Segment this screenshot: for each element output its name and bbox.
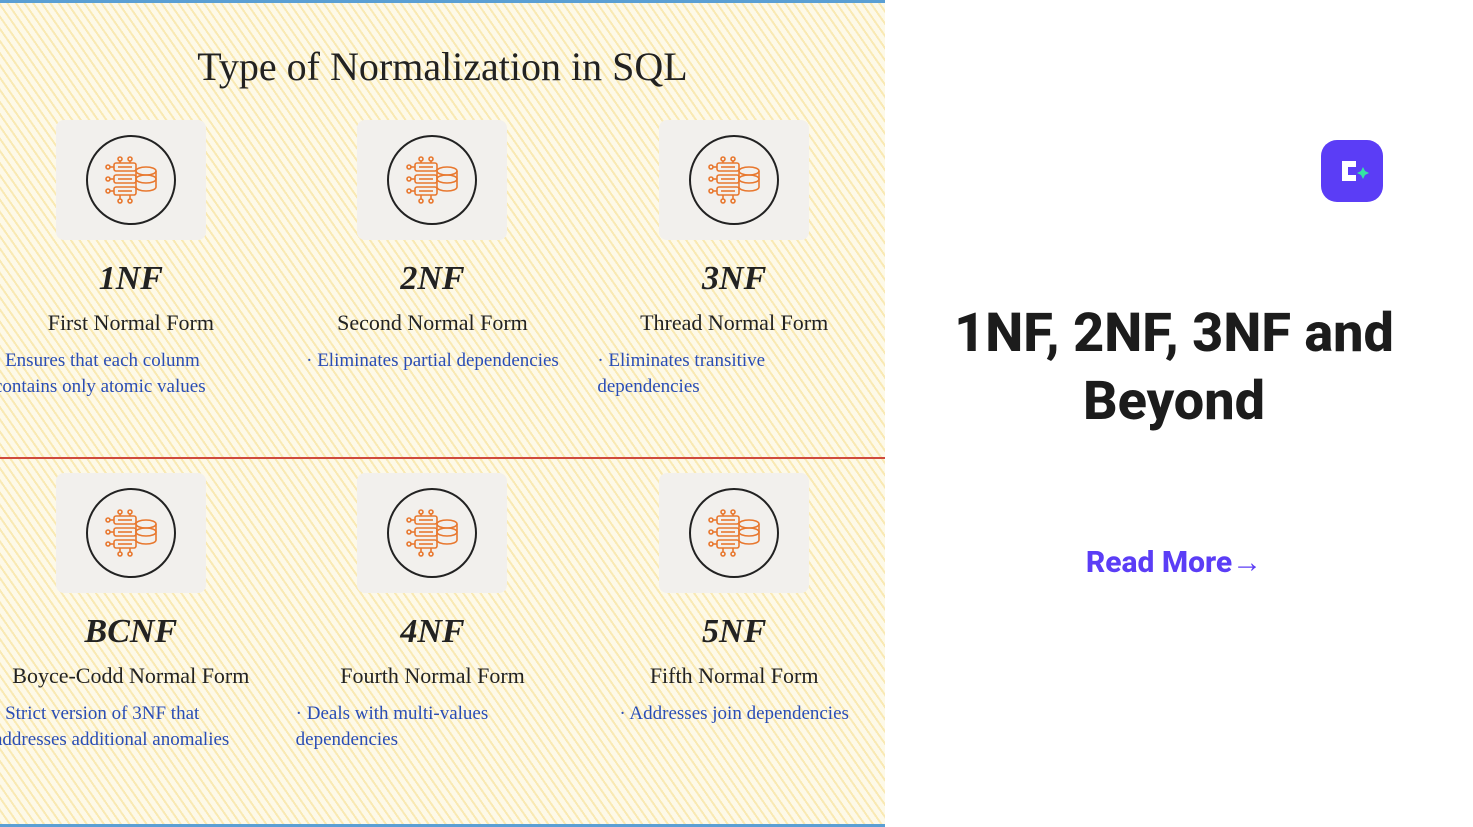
nf-short-label: 1NF: [99, 260, 163, 298]
row-divider: [0, 457, 885, 459]
nf-cell-1nf: 1NF First Normal Form · Ensures that eac…: [0, 110, 282, 463]
nf-cell-5nf: 5NF Fifth Normal Form · Addresses join d…: [583, 463, 885, 816]
nf-description: · Strict version of 3NF that addresses a…: [0, 701, 274, 752]
nf-cell-bcnf: BCNF Boyce-Codd Normal Form · Strict ver…: [0, 463, 282, 816]
nf-description: · Ensures that each colunm contains only…: [0, 348, 274, 399]
database-icon: [387, 488, 477, 578]
read-more-link[interactable]: Read More→: [945, 545, 1403, 580]
database-icon: [689, 135, 779, 225]
db-icon-wrap: [56, 473, 206, 593]
nf-description: · Eliminates partial dependencies: [300, 348, 565, 374]
nf-short-label: BCNF: [85, 613, 178, 651]
nf-cell-4nf: 4NF Fourth Normal Form · Deals with mult…: [282, 463, 584, 816]
database-icon: [689, 488, 779, 578]
nf-long-label: Thread Normal Form: [640, 310, 828, 336]
database-icon: [86, 135, 176, 225]
nf-description: · Addresses join dependencies: [613, 701, 855, 727]
database-icon: [387, 135, 477, 225]
nf-long-label: First Normal Form: [48, 310, 214, 336]
nf-cell-3nf: 3NF Thread Normal Form · Eliminates tran…: [583, 110, 885, 463]
nf-description: · Deals with multi-values dependencies: [290, 701, 576, 752]
nf-description: · Eliminates transitive dependencies: [591, 348, 877, 399]
promo-panel: 1NF, 2NF, 3NF and Beyond Read More→: [885, 0, 1473, 827]
brand-logo-icon: [1321, 140, 1383, 202]
normal-forms-grid: 1NF First Normal Form · Ensures that eac…: [0, 110, 885, 816]
diagram-title: Type of Normalization in SQL: [0, 3, 885, 110]
nf-short-label: 2NF: [400, 260, 464, 298]
normalization-diagram: Type of Normalization in SQL: [0, 0, 885, 827]
nf-long-label: Boyce-Codd Normal Form: [12, 663, 249, 689]
nf-long-label: Fifth Normal Form: [650, 663, 819, 689]
db-icon-wrap: [56, 120, 206, 240]
nf-long-label: Second Normal Form: [337, 310, 528, 336]
db-icon-wrap: [659, 473, 809, 593]
promo-headline: 1NF, 2NF, 3NF and Beyond: [945, 300, 1403, 435]
nf-long-label: Fourth Normal Form: [340, 663, 525, 689]
db-icon-wrap: [357, 473, 507, 593]
nf-cell-2nf: 2NF Second Normal Form · Eliminates part…: [282, 110, 584, 463]
nf-short-label: 4NF: [400, 613, 464, 651]
db-icon-wrap: [357, 120, 507, 240]
nf-short-label: 3NF: [702, 260, 766, 298]
database-icon: [86, 488, 176, 578]
db-icon-wrap: [659, 120, 809, 240]
nf-short-label: 5NF: [702, 613, 766, 651]
